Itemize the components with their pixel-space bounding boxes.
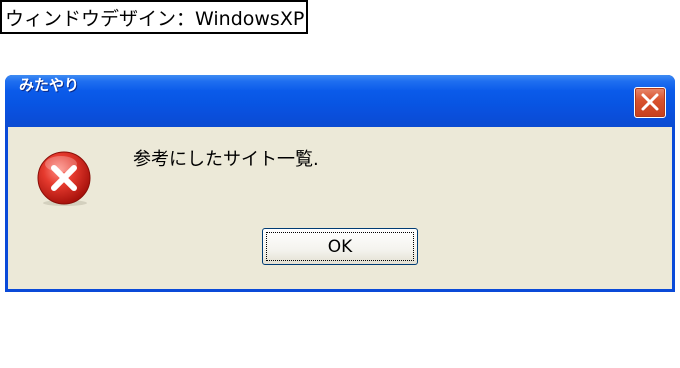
ok-button[interactable]: OK (262, 228, 418, 265)
dialog-body: 参考にしたサイト一覧. OK (8, 127, 672, 289)
close-icon (641, 93, 659, 111)
close-button[interactable] (634, 87, 666, 118)
ok-button-label: OK (327, 236, 353, 257)
error-dialog: みたやり 参考にしたサイト一覧. OK (5, 75, 675, 292)
dialog-message: 参考にしたサイト一覧. (133, 149, 319, 170)
caption-text: ウィンドウデザイン：WindowsXP (5, 7, 305, 30)
window-title: みたやり (19, 76, 80, 94)
error-icon (37, 151, 91, 206)
title-bar[interactable]: みたやり (5, 75, 675, 127)
caption-label: ウィンドウデザイン：WindowsXP (0, 0, 308, 34)
